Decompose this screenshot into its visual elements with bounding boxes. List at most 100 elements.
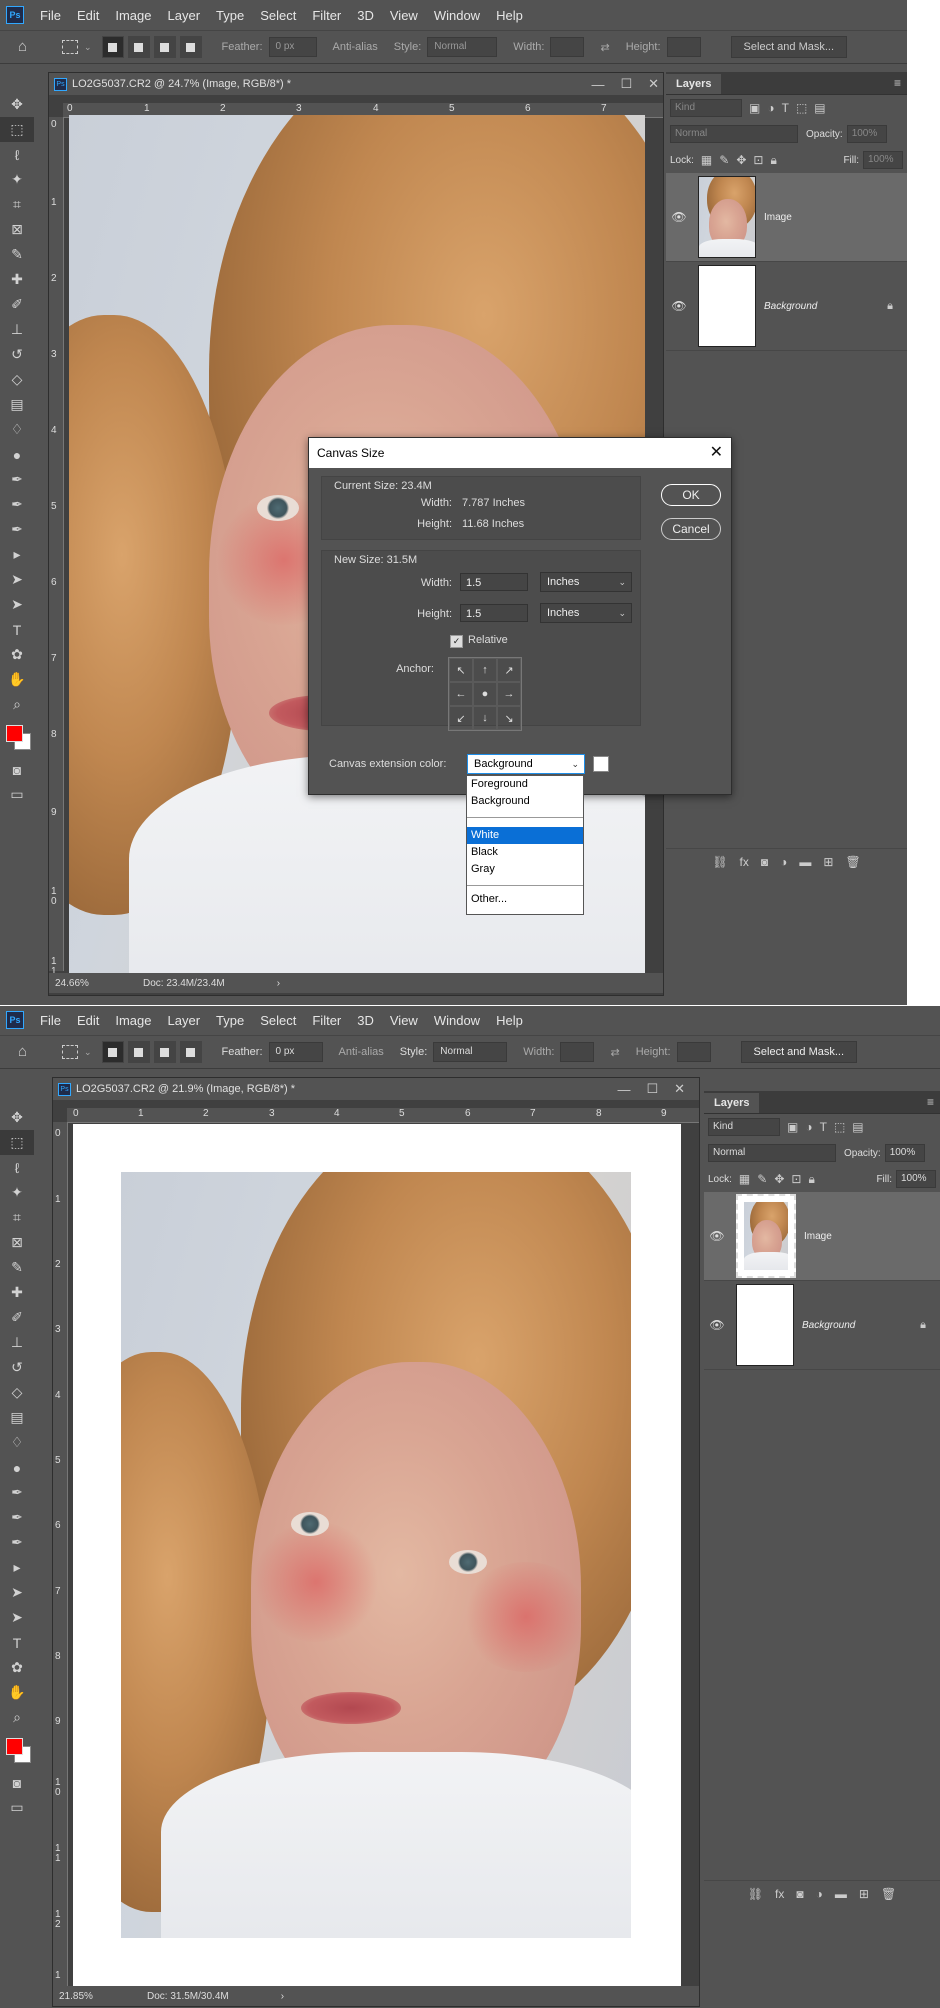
menu-select[interactable]: Select — [252, 8, 304, 23]
option-gray[interactable]: Gray — [467, 861, 583, 878]
cancel-button[interactable]: Cancel — [661, 518, 721, 540]
new-group-icon[interactable]: ▬ — [799, 855, 811, 869]
anchor-ne-icon[interactable]: ↗ — [497, 658, 521, 682]
curvature-pen-icon[interactable]: ✒ — [0, 1530, 34, 1555]
style-select[interactable]: Normal — [427, 37, 498, 57]
frame-tool-icon[interactable]: ⊠ — [0, 1230, 34, 1255]
adjustment-layer-icon[interactable]: ◑ — [816, 1887, 823, 1901]
new-layer-icon[interactable]: ⊞ — [823, 855, 833, 869]
menu-edit[interactable]: Edit — [69, 8, 107, 23]
lasso-tool-icon[interactable]: ℓ — [0, 1155, 34, 1180]
feather-input[interactable]: 0 px — [268, 1042, 323, 1062]
menu-select[interactable]: Select — [252, 1013, 304, 1028]
blur-tool-icon[interactable]: ♢ — [0, 1430, 34, 1455]
stamp-tool-icon[interactable]: ⊥ — [0, 317, 34, 342]
zoom-tool-icon[interactable]: ⌕ — [0, 692, 34, 717]
home-icon[interactable]: ⌂ — [18, 1044, 36, 1059]
maximize-icon[interactable]: ☐ — [646, 1081, 658, 1097]
dodge-tool-icon[interactable]: ● — [0, 1455, 34, 1480]
anchor-grid[interactable]: ↖ ↑ ↗ ← ● → ↙ ↓ ↘ — [448, 657, 522, 731]
intersect-selection-button[interactable] — [179, 1041, 202, 1063]
gradient-tool-icon[interactable]: ▤ — [0, 392, 34, 417]
magic-wand-icon[interactable]: ✦ — [0, 167, 34, 192]
subtract-selection-button[interactable] — [153, 36, 176, 58]
fill-input[interactable]: 100% — [896, 1170, 936, 1188]
add-mask-icon[interactable]: ◙ — [796, 1887, 803, 1901]
shape-tool-icon[interactable]: ✿ — [0, 642, 34, 667]
crop-tool-icon[interactable]: ⌗ — [0, 192, 34, 217]
chevron-down-icon[interactable]: ⌄ — [84, 1047, 92, 1058]
visibility-eye-icon[interactable]: 👁︎ — [666, 210, 692, 224]
blend-mode-select[interactable]: Normal — [670, 125, 798, 143]
fx-icon[interactable]: fx — [740, 855, 749, 869]
opacity-input[interactable]: 100% — [846, 125, 887, 143]
anchor-tool-icon[interactable]: ▸ — [0, 542, 34, 567]
select-and-mask-button[interactable]: Select and Mask... — [740, 1041, 858, 1063]
shape-filter-icon[interactable]: ⬚ — [796, 101, 807, 115]
height-unit-select[interactable]: Inches ⌄ — [540, 603, 632, 623]
document-tab[interactable]: Ps LO2G5037.CR2 @ 24.7% (Image, RGB/8*) … — [49, 73, 663, 95]
panel-menu-icon[interactable]: ≡ — [894, 76, 901, 90]
shape-tool-icon[interactable]: ✿ — [0, 1655, 34, 1680]
smart-filter-icon[interactable]: ▤ — [814, 101, 825, 115]
gradient-tool-icon[interactable]: ▤ — [0, 1405, 34, 1430]
opacity-input[interactable]: 100% — [884, 1144, 925, 1162]
fx-icon[interactable]: fx — [775, 1887, 784, 1901]
anchor-sw-icon[interactable]: ↙ — [449, 706, 473, 730]
new-selection-button[interactable] — [101, 1041, 124, 1063]
marquee-tool-icon[interactable]: ⬚ — [0, 1130, 34, 1155]
eyedropper-icon[interactable]: ✎ — [0, 1255, 34, 1280]
link-layers-icon[interactable]: ⛓︎ — [712, 855, 727, 869]
hand-tool-icon[interactable]: ✋ — [0, 1680, 34, 1705]
menu-filter[interactable]: Filter — [304, 1013, 349, 1028]
hand-tool-icon[interactable]: ✋ — [0, 667, 34, 692]
fill-input[interactable]: 100% — [863, 151, 903, 169]
lock-artboard-icon[interactable]: ⊡ — [753, 153, 763, 167]
adjustment-layer-icon[interactable]: ◑ — [780, 855, 787, 869]
layer-row[interactable]: 👁︎ Background 🔒︎ — [704, 1281, 940, 1370]
move-tool-icon[interactable]: ✥ — [0, 1105, 34, 1130]
layer-row[interactable]: 👁︎ Image — [704, 1192, 940, 1281]
type-tool-icon[interactable]: T — [0, 1630, 34, 1655]
stamp-tool-icon[interactable]: ⊥ — [0, 1330, 34, 1355]
layer-name[interactable]: Image — [804, 1231, 832, 1242]
brush-tool-icon[interactable]: ✐ — [0, 1305, 34, 1330]
canvas-photo[interactable] — [121, 1172, 631, 1938]
blend-mode-select[interactable]: Normal — [708, 1144, 836, 1162]
menu-window[interactable]: Window — [426, 1013, 488, 1028]
anchor-nw-icon[interactable]: ↖ — [449, 658, 473, 682]
freeform-pen-icon[interactable]: ✒ — [0, 1505, 34, 1530]
minimize-icon[interactable]: — — [591, 77, 604, 92]
path-selection-icon[interactable]: ➤ — [0, 1580, 34, 1605]
adjustment-filter-icon[interactable]: ◑ — [767, 101, 774, 115]
pen-tool-icon[interactable]: ✒ — [0, 1480, 34, 1505]
new-selection-button[interactable] — [101, 36, 124, 58]
width-unit-select[interactable]: Inches ⌄ — [540, 572, 632, 592]
direct-selection-icon[interactable]: ➤ — [0, 592, 34, 617]
menu-file[interactable]: File — [32, 8, 69, 23]
menu-filter[interactable]: Filter — [304, 8, 349, 23]
marquee-tool-icon[interactable]: ⬚ — [0, 117, 34, 142]
marquee-tool-icon[interactable] — [62, 40, 78, 54]
lock-position-icon[interactable]: ✥ — [736, 153, 746, 167]
lock-pixels-icon[interactable]: ✎ — [757, 1172, 767, 1186]
visibility-eye-icon[interactable]: 👁︎ — [704, 1318, 730, 1332]
layer-name[interactable]: Background — [764, 301, 817, 312]
layers-tab[interactable]: Layers — [704, 1093, 760, 1113]
trash-icon[interactable]: 🗑︎ — [845, 855, 860, 869]
option-black[interactable]: Black — [467, 844, 583, 861]
smart-filter-icon[interactable]: ▤ — [852, 1120, 863, 1134]
width-input[interactable] — [550, 37, 585, 57]
option-background[interactable]: Background — [467, 793, 583, 810]
menu-type[interactable]: Type — [208, 1013, 252, 1028]
lock-all-icon[interactable]: 🔒︎ — [770, 153, 776, 168]
visibility-eye-icon[interactable]: 👁︎ — [666, 299, 692, 313]
anchor-center-icon[interactable]: ● — [473, 682, 497, 706]
chevron-right-icon[interactable]: › — [277, 978, 280, 989]
feather-input[interactable]: 0 px — [268, 37, 317, 57]
healing-brush-icon[interactable]: ✚ — [0, 1280, 34, 1305]
color-swatches[interactable] — [0, 1730, 34, 1770]
quick-mask-icon[interactable]: ◙ — [0, 757, 34, 782]
width-input[interactable]: 1.5 — [460, 573, 528, 591]
relative-checkbox[interactable]: ✓ — [450, 635, 463, 648]
